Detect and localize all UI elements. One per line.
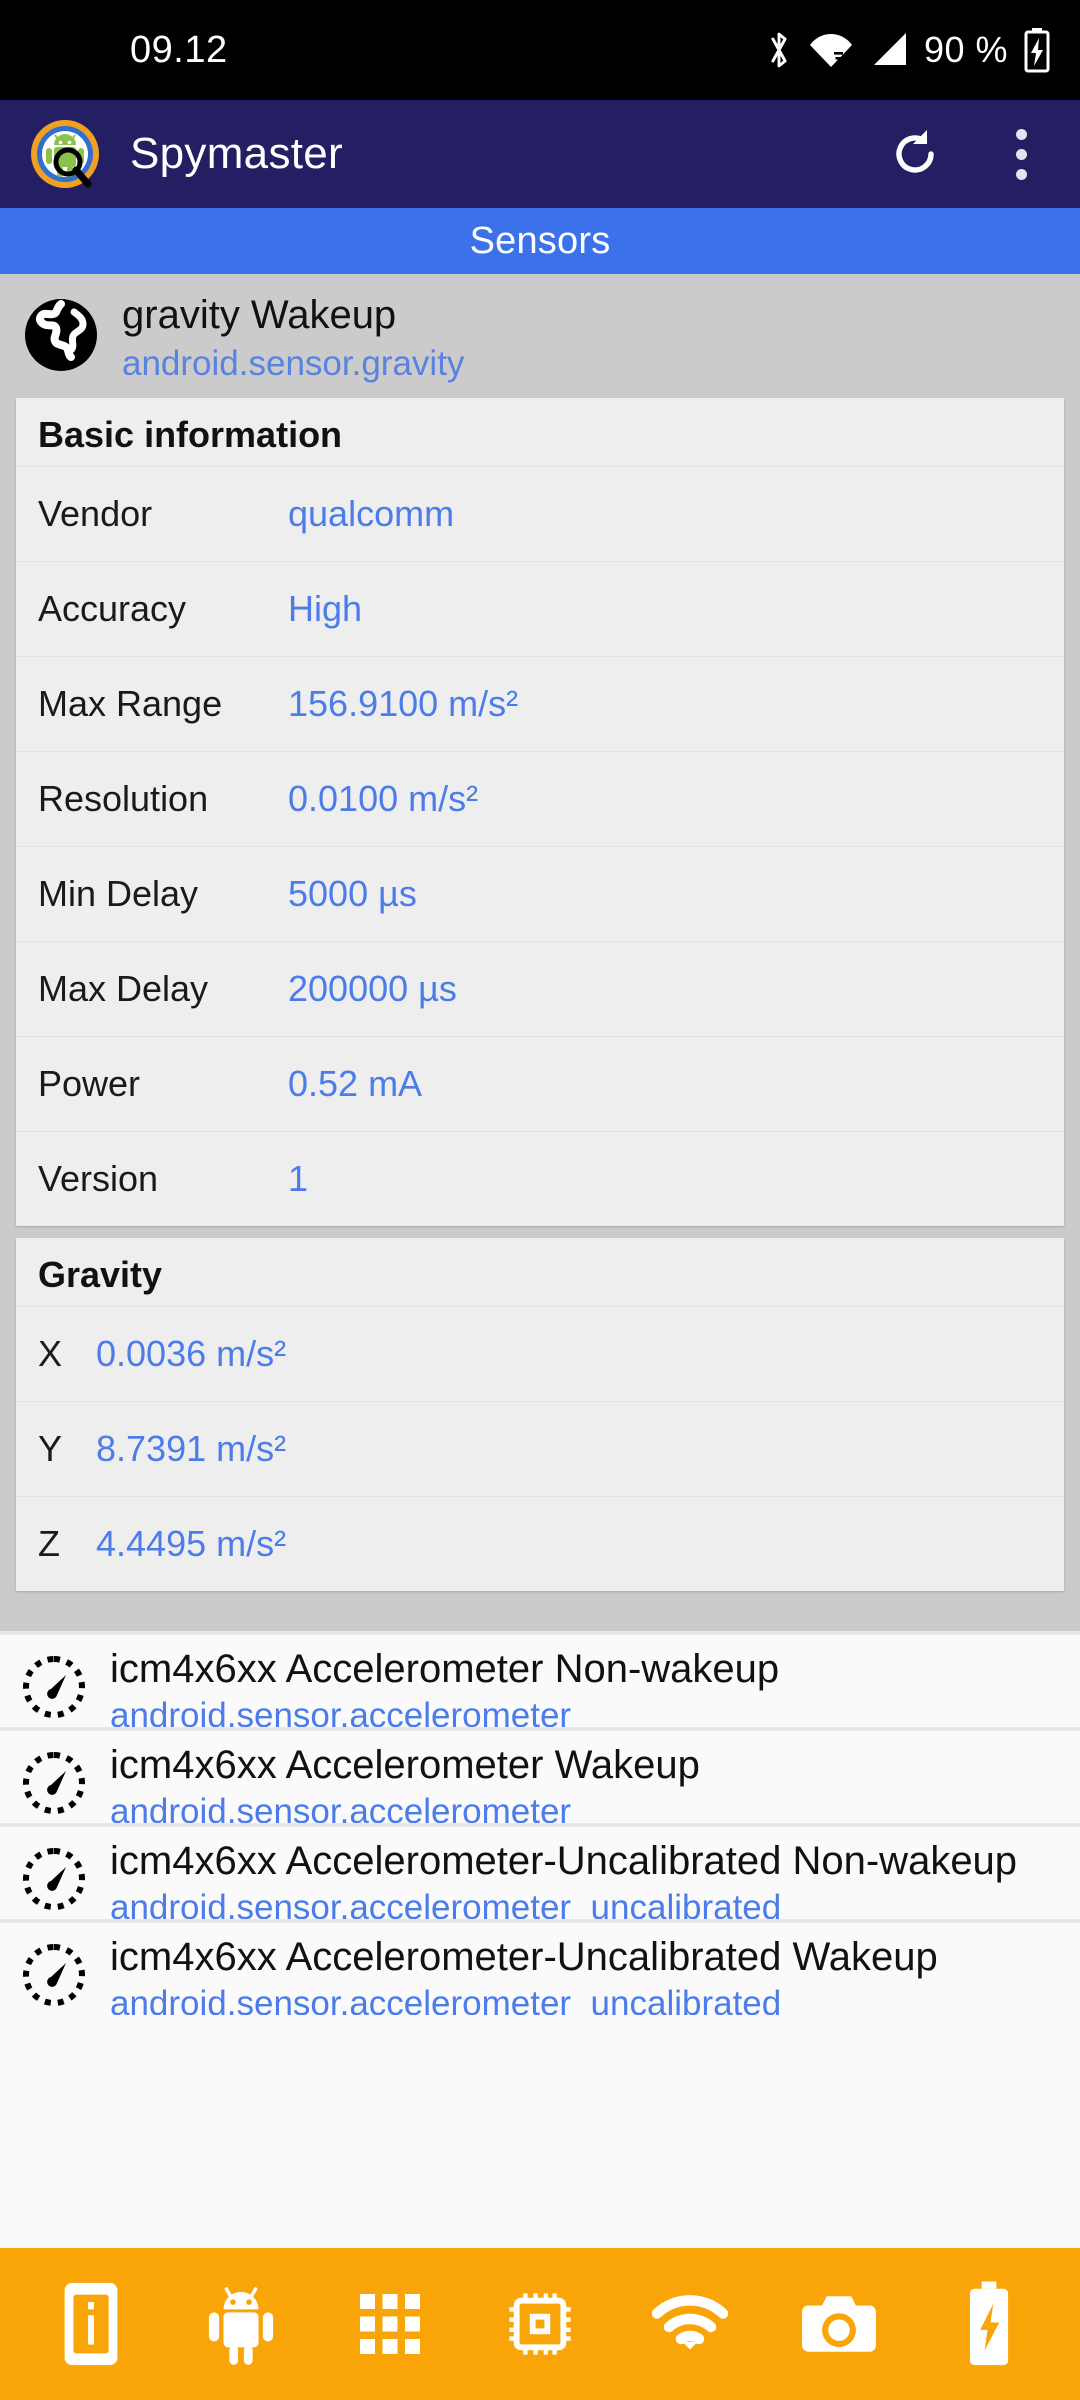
nav-camera-button[interactable] [791, 2276, 887, 2372]
spymaster-logo-icon [28, 117, 102, 191]
sensor-name: icm4x6xx Accelerometer-Uncalibrated Wake… [110, 1935, 938, 1980]
row-key: Vendor [38, 493, 153, 535]
list-item[interactable]: icm4x6xx Accelerometer Wakeup android.se… [0, 1727, 1080, 1824]
row-value: 1 [288, 1158, 309, 1200]
battery-icon [969, 2281, 1009, 2366]
speedometer-icon [23, 1656, 85, 1719]
table-row: Min Delay 5000 µs [16, 846, 1064, 941]
status-bar: 09.12 90 % [0, 0, 1080, 100]
status-bar-clock: 09.12 [130, 28, 228, 71]
camera-icon [802, 2296, 877, 2352]
row-value: 200000 µs [288, 968, 457, 1010]
app-title: Spymaster [130, 129, 343, 178]
table-row: Power 0.52 mA [16, 1036, 1064, 1131]
table-row: Y 8.7391 m/s² [16, 1401, 1064, 1496]
bluetooth-icon [771, 32, 787, 68]
axis-value: 4.4495 m/s² [96, 1523, 287, 1565]
axis-value: 0.0036 m/s² [96, 1333, 287, 1375]
nav-apps-button[interactable] [342, 2276, 438, 2372]
list-item[interactable]: icm4x6xx Accelerometer-Uncalibrated Non-… [0, 1823, 1080, 1920]
row-key: Version [38, 1158, 159, 1200]
table-row: Resolution 0.0100 m/s² [16, 751, 1064, 846]
row-value: 0.52 mA [288, 1063, 423, 1105]
nav-device-info-button[interactable] [43, 2276, 139, 2372]
device-info-icon [64, 2282, 118, 2366]
list-item[interactable]: icm4x6xx Accelerometer Non-wakeup androi… [0, 1631, 1080, 1728]
basic-information-heading: Basic information [38, 414, 343, 456]
sensor-readings-panel: Gravity X 0.0036 m/s² Y 8.7391 m/s² Z 4.… [16, 1238, 1064, 1592]
android-robot-icon [208, 2287, 273, 2365]
sensor-list: icm4x6xx Accelerometer Non-wakeup androi… [0, 1631, 1080, 2016]
nav-android-button[interactable] [193, 2276, 289, 2372]
speedometer-icon [23, 1752, 85, 1815]
sensor-type: android.sensor.accelerometer [110, 1696, 572, 1728]
row-value: 156.9100 m/s² [288, 683, 519, 725]
row-key: Min Delay [38, 873, 199, 915]
bottom-navigation-bar [0, 2248, 1080, 2400]
tab-bar: Sensors [0, 208, 1080, 274]
row-key: Resolution [38, 778, 209, 820]
tab-sensors[interactable]: Sensors [470, 220, 611, 263]
row-value: High [288, 588, 363, 630]
row-key: Max Delay [38, 968, 209, 1010]
overflow-menu-button[interactable] [988, 121, 1054, 187]
row-value: 5000 µs [288, 873, 417, 915]
table-row: Accuracy High [16, 561, 1064, 656]
battery-charging-icon [1024, 28, 1050, 73]
refresh-button[interactable] [882, 121, 948, 187]
wifi-icon [651, 2295, 728, 2350]
overflow-menu-icon [1015, 128, 1027, 180]
expanded-sensor-header[interactable]: gravity Wakeup android.sensor.gravity [0, 274, 1080, 398]
table-row: Max Range 156.9100 m/s² [16, 656, 1064, 751]
section-divider [0, 1617, 1080, 1632]
wifi-icon [809, 34, 852, 67]
table-row: Max Delay 200000 µs [16, 941, 1064, 1036]
apps-grid-icon [360, 2294, 421, 2354]
cellular-signal-icon [873, 33, 906, 65]
nav-cpu-button[interactable] [492, 2276, 588, 2372]
speedometer-icon [23, 1848, 85, 1911]
expanded-sensor-type: android.sensor.gravity [122, 344, 465, 383]
basic-information-panel: Basic information Vendor qualcomm Accura… [16, 398, 1064, 1227]
table-row: Z 4.4495 m/s² [16, 1496, 1064, 1591]
nav-battery-button[interactable] [941, 2276, 1037, 2372]
status-bar-icons: 90 % [764, 0, 1052, 100]
refresh-icon [896, 130, 934, 173]
battery-percent-label: 90 % [923, 29, 1008, 70]
expanded-sensor-card[interactable]: gravity Wakeup android.sensor.gravity Ba… [0, 274, 1080, 1618]
app-bar-actions [882, 100, 1054, 208]
expanded-sensor-title: gravity Wakeup [122, 293, 397, 337]
globe-icon [25, 299, 97, 371]
cpu-chip-icon [509, 2293, 571, 2355]
speedometer-icon [23, 1944, 85, 2007]
row-key: Accuracy [38, 588, 187, 630]
sensor-type: android.sensor.accelerometer_uncalibrate… [110, 1888, 782, 1920]
app-bar: Spymaster [0, 100, 1080, 208]
row-key: Power [38, 1063, 141, 1105]
list-item[interactable]: icm4x6xx Accelerometer-Uncalibrated Wake… [0, 1919, 1080, 2016]
axis-label: Y [38, 1428, 63, 1470]
table-row: X 0.0036 m/s² [16, 1306, 1064, 1401]
axis-value: 8.7391 m/s² [96, 1428, 287, 1470]
sensor-type: android.sensor.accelerometer_uncalibrate… [110, 1984, 782, 2016]
axis-label: Z [38, 1523, 60, 1565]
table-row: Vendor qualcomm [16, 466, 1064, 561]
nav-wifi-button[interactable] [642, 2276, 738, 2372]
sensor-readings-heading: Gravity [38, 1254, 163, 1296]
sensor-name: icm4x6xx Accelerometer Non-wakeup [110, 1647, 780, 1692]
sensor-name: icm4x6xx Accelerometer-Uncalibrated Non-… [110, 1839, 1018, 1884]
row-value: 0.0100 m/s² [288, 778, 479, 820]
table-row: Version 1 [16, 1131, 1064, 1226]
axis-label: X [38, 1333, 63, 1375]
row-value: qualcomm [288, 493, 455, 535]
phone-screen: 09.12 90 % Spymaster Sensors gravity Wak… [0, 0, 1080, 2400]
sensor-name: icm4x6xx Accelerometer Wakeup [110, 1743, 700, 1788]
sensor-list-scroll-area[interactable]: gravity Wakeup android.sensor.gravity Ba… [0, 274, 1080, 2400]
sensor-type: android.sensor.accelerometer [110, 1792, 572, 1824]
row-key: Max Range [38, 683, 223, 725]
